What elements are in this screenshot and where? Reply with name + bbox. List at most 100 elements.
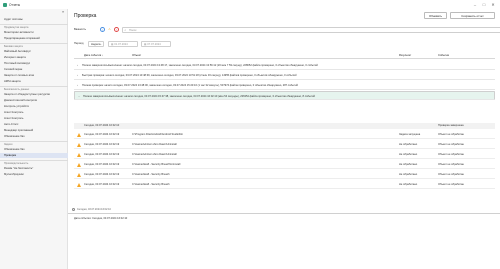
event-name: Объект не обработан — [438, 143, 464, 146]
search-icon: ⌕ — [124, 27, 127, 32]
sidebar-item-mail-antivirus[interactable]: Почтовый Антивирус — [0, 61, 68, 66]
search-placeholder: Поиск — [129, 28, 137, 32]
warning-icon — [77, 162, 81, 167]
warning-icon — [77, 132, 81, 137]
sidebar-group-advanced: Продвинутая защита — [0, 24, 68, 29]
event-date: Сегодня, 03.07.2024 16:02:19 — [84, 173, 120, 176]
sidebar-item-db-update-1[interactable]: Обновление баз — [0, 134, 68, 139]
sidebar-item-anti-stealth[interactable]: Анти-Стэлс — [0, 122, 68, 127]
event-object: C:\Games\Half - Security Breach — [132, 173, 170, 176]
subhead-event: Проверка завершена — [438, 124, 464, 127]
event-date: Сегодня, 03.07.2024 16:02:19 — [84, 143, 120, 146]
event-name: Объект не обработан — [438, 183, 464, 186]
details-divider[interactable] — [68, 213, 500, 214]
table-row[interactable]: Сегодня, 03.07.2024 16:02:19 C:\Program … — [74, 130, 495, 139]
sidebar-item-db-update-2[interactable]: Обновление баз — [0, 147, 68, 152]
scan-group-row[interactable]: › Быстрая проверка: начало сегодня, 03.0… — [74, 71, 495, 80]
sidebar-item-multibrowsing[interactable]: Мультибраузинг — [0, 172, 68, 177]
col-date[interactable]: Дата события — [84, 53, 101, 59]
sidebar-item-public-resources[interactable]: Защита от общедоступных ресурсов — [0, 92, 68, 97]
event-object: C:\Games\Half - Security Breach\Uninstal… — [132, 163, 181, 166]
scan-group-row[interactable]: › Полное завершилось/выполнено: начало с… — [74, 61, 495, 70]
col-result[interactable]: Результат — [399, 53, 411, 59]
minimize-icon[interactable]: – — [472, 2, 478, 8]
sidebar-item-network-attack[interactable]: Защита от сетевых атак — [0, 73, 68, 78]
refresh-button[interactable]: Обновить — [424, 12, 447, 19]
period-select[interactable]: Неделя ⌄ — [88, 41, 104, 47]
sidebar-item-scan[interactable]: Проверка — [0, 153, 68, 158]
save-report-button[interactable]: Сохранить отчет — [450, 12, 495, 19]
scan-group-row-selected[interactable]: ⌄ Полное завершилось/выполнено: начало с… — [74, 91, 495, 100]
chevron-down-icon: ⌄ — [99, 43, 102, 46]
sidebar-item-device-control[interactable]: Контроль устройств — [0, 104, 68, 109]
event-result: Не обработано — [399, 163, 418, 166]
warning-icon — [77, 172, 81, 177]
warning-icon — [77, 152, 81, 157]
col-event[interactable]: Событие — [438, 53, 449, 59]
severity-label: Важность — [74, 27, 87, 31]
sidebar-item-audit[interactable]: Аудит системы — [0, 17, 68, 22]
subhead-date: Сегодня, 03.07.2024 16:02:10 — [84, 124, 120, 127]
table-row[interactable]: Сегодня, 03.07.2024 16:02:19 C:\Games\Ha… — [74, 180, 495, 189]
scan-group-row[interactable]: › Полная проверка: начато сегодня, 03.07… — [74, 81, 495, 90]
event-name: Объект не обработан — [438, 173, 464, 176]
event-result: Задача запущена — [399, 133, 421, 136]
table-row[interactable]: Сегодня, 03.07.2024 16:02:19 C:\Games\An… — [74, 140, 495, 149]
window-title: Отчеты — [9, 2, 21, 7]
event-object: C:\Program Files\Android\Android Studio\… — [132, 133, 184, 136]
sidebar-group-tasks: Задачи — [0, 141, 68, 146]
app-icon — [3, 2, 7, 7]
error-filter-icon[interactable]: ! — [114, 27, 119, 32]
table-header: Дата события ↓ Объект Результат Событие — [74, 53, 495, 59]
event-date: Сегодня, 03.07.2024 16:02:19 — [84, 133, 120, 136]
sidebar-item-agent-control-1[interactable]: Агент Контроль — [0, 110, 68, 115]
period-row: Период Неделя ⌄ ▦ 01.07.2024 ▦ 07.07.2024 — [74, 41, 374, 47]
event-object: C:\Games\Half - Security Breach — [132, 183, 170, 186]
info-filter-icon[interactable]: i — [100, 27, 105, 32]
table-row[interactable]: Сегодня, 03.07.2024 16:02:19 C:\Games\Ha… — [74, 170, 495, 179]
warning-filter-icon[interactable]: ⚠ — [107, 27, 112, 32]
col-object[interactable]: Объект — [132, 53, 141, 59]
sidebar-nav: « Аудит системы Продвинутая защита Монит… — [0, 9, 68, 269]
sidebar-item-intrusion-prevention[interactable]: Предотвращение вторжений — [0, 36, 68, 41]
chevron-right-icon: › — [77, 74, 78, 77]
event-name: Объект не обработан — [438, 153, 464, 156]
date-from-input[interactable]: ▦ 01.07.2024 — [108, 41, 138, 47]
sidebar-item-agent-control-2[interactable]: Агент Контроль — [0, 116, 68, 121]
event-result: Не обработано — [399, 173, 418, 176]
sidebar-item-amsi[interactable]: AMSI-защита — [0, 79, 68, 84]
date-to-input[interactable]: ▦ 07.07.2024 — [141, 41, 171, 47]
event-date: Сегодня, 03.07.2024 16:02:19 — [84, 183, 120, 186]
window-titlebar: Отчеты – □ ✕ — [0, 0, 500, 9]
event-date: Сегодня, 03.07.2024 16:02:19 — [84, 163, 120, 166]
status-line: Сегодня, 03.07.2024 16:02:10 — [72, 208, 111, 211]
close-icon[interactable]: ✕ — [490, 2, 496, 8]
clock-icon — [72, 208, 75, 211]
event-object: C:\Games\Antium Zero Dawn\Uninstall — [132, 143, 177, 146]
table-row[interactable]: Сегодня, 03.07.2024 16:02:19 C:\Games\Ha… — [74, 160, 495, 169]
sidebar-item-do-not-disturb[interactable]: Режим "Не беспокоить" — [0, 166, 68, 171]
sidebar-group-basic: Базовая защита — [0, 43, 68, 48]
event-object: C:\Games\Antium Zero Dawn\Uninstall — [132, 153, 177, 156]
date-from-value: 01.07.2024 — [114, 43, 128, 46]
chevron-right-icon: › — [77, 84, 78, 87]
event-date: Сегодня, 03.07.2024 16:02:19 — [84, 153, 120, 156]
event-result: Не обработано — [399, 183, 418, 186]
sidebar-item-app-manager[interactable]: Менеджер приложений — [0, 128, 68, 133]
sidebar-group-performance: Производительность — [0, 160, 68, 165]
group-summary: Полная проверка: начато сегодня, 03.07.2… — [82, 84, 299, 87]
warning-icon — [77, 142, 81, 147]
search-input[interactable]: ⌕ Поиск — [122, 26, 500, 33]
sidebar-item-activity-monitor[interactable]: Мониторинг активности — [0, 30, 68, 35]
scan-completed-row[interactable]: Сегодня, 03.07.2024 16:02:10 Проверка за… — [74, 123, 495, 129]
event-name: Объект не обработан — [438, 133, 464, 136]
status-text: Сегодня, 03.07.2024 16:02:10 — [77, 208, 111, 212]
collapse-sidebar-icon[interactable]: « — [62, 9, 64, 14]
table-row[interactable]: Сегодня, 03.07.2024 16:02:19 C:\Games\An… — [74, 150, 495, 159]
sidebar-item-firewall[interactable]: Сетевой экран — [0, 67, 68, 72]
event-result: Не обработано — [399, 153, 418, 156]
maximize-icon[interactable]: □ — [481, 2, 487, 8]
sidebar-item-web-control-diag[interactable]: Диагностика веб-контроля — [0, 98, 68, 103]
sidebar-item-web-protection[interactable]: Интернет-защита — [0, 55, 68, 60]
sidebar-item-file-antivirus[interactable]: Файловый Антивирус — [0, 49, 68, 54]
